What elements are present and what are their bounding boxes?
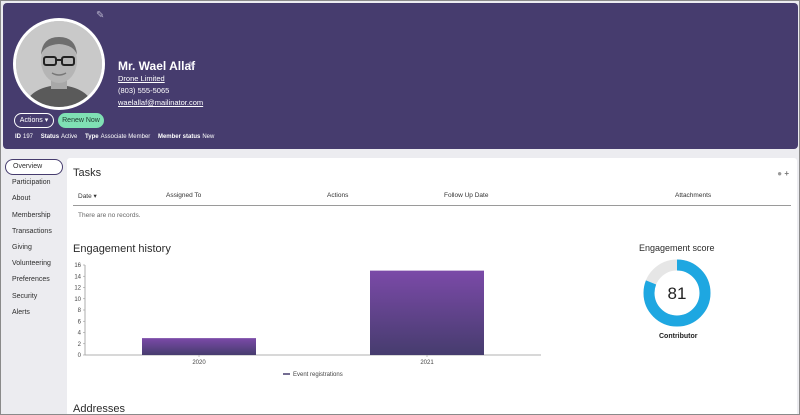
sidebar-item-alerts[interactable]: Alerts bbox=[5, 305, 63, 321]
avatar-photo bbox=[16, 21, 102, 107]
engagement-history-chart: 0 2 4 6 8 10 12 14 16 2020 2021 Event registrations bbox=[74, 263, 541, 378]
id-label: ID bbox=[15, 134, 21, 140]
add-icon[interactable]: + bbox=[784, 169, 789, 178]
sidebar-item-preferences[interactable]: Preferences bbox=[5, 272, 63, 288]
y-tick-label: 8 bbox=[78, 308, 82, 314]
avatar-ring bbox=[13, 18, 105, 110]
engagement-score-value: 81 bbox=[668, 284, 687, 303]
x-tick-label: 2021 bbox=[420, 360, 434, 366]
id-value: 197 bbox=[23, 134, 34, 140]
column-header-attachments[interactable]: Attachments bbox=[675, 192, 711, 199]
bar-2020 bbox=[142, 338, 256, 355]
engagement-score-caption: Contributor bbox=[659, 333, 698, 340]
member-name: Mr. Wael Allaf bbox=[118, 59, 196, 73]
avatar-edit-icon[interactable]: ✎ bbox=[96, 11, 106, 21]
company-link[interactable]: Drone Limited bbox=[118, 74, 165, 83]
y-tick-label: 14 bbox=[74, 274, 81, 280]
sidebar-item-volunteering[interactable]: Volunteering bbox=[5, 256, 63, 272]
type-label: Type bbox=[85, 134, 99, 140]
column-header-assigned-to[interactable]: Assigned To bbox=[166, 192, 201, 199]
tasks-title: Tasks bbox=[73, 167, 102, 179]
member-status-label: Member status bbox=[157, 134, 201, 140]
y-tick-label: 6 bbox=[78, 319, 82, 325]
chevron-down-icon: ▾ bbox=[44, 117, 49, 124]
sidebar-item-membership[interactable]: Membership bbox=[5, 208, 63, 224]
sidebar-item-security[interactable]: Security bbox=[5, 289, 63, 305]
engagement-history-title: Engagement history bbox=[73, 243, 171, 255]
email-link[interactable]: waelallaf@mailinator.com bbox=[118, 98, 203, 107]
member-meta: ID 197 Status Active Type Associate Member … bbox=[15, 134, 220, 140]
y-tick-label: 2 bbox=[78, 342, 82, 348]
sidebar-item-giving[interactable]: Giving bbox=[5, 240, 63, 256]
actions-label: Actions bbox=[19, 117, 43, 124]
y-tick-label: 4 bbox=[78, 331, 82, 337]
column-header-date[interactable]: Date ▾ bbox=[78, 192, 97, 200]
sidebar-item-overview[interactable]: Overview bbox=[5, 159, 63, 176]
tasks-tools: ● + bbox=[777, 169, 789, 178]
sidebar-item-transactions[interactable]: Transactions bbox=[5, 224, 63, 240]
profile-header: ✎ Mr. Wael Allaf ✎ Drone Limited (803) 5… bbox=[3, 3, 798, 149]
phone-number: (803) 555-5065 bbox=[118, 86, 170, 95]
sidebar-item-about[interactable]: About bbox=[5, 191, 63, 207]
settings-dot-icon[interactable]: ● bbox=[777, 169, 782, 178]
y-tick-label: 16 bbox=[74, 263, 81, 269]
type-value: Associate Member bbox=[100, 134, 151, 140]
engagement-score-gauge: 81 bbox=[643, 259, 711, 327]
renew-now-button[interactable]: Renew Now bbox=[58, 113, 104, 128]
tasks-table-header: Date ▾ Assigned To Actions Follow Up Dat… bbox=[73, 186, 791, 206]
sidebar-nav: Overview Participation About Membership … bbox=[5, 159, 63, 321]
page-frame: ✎ Mr. Wael Allaf ✎ Drone Limited (803) 5… bbox=[0, 0, 800, 415]
status-value: Active bbox=[61, 134, 78, 140]
column-header-follow-up-date[interactable]: Follow Up Date bbox=[444, 192, 488, 199]
y-tick-label: 12 bbox=[74, 286, 81, 292]
x-tick-label: 2020 bbox=[192, 360, 206, 366]
main-content: Tasks ● + Date ▾ Assigned To Actions Fol… bbox=[67, 158, 797, 415]
avatar[interactable] bbox=[16, 21, 102, 107]
status-label: Status bbox=[40, 134, 60, 140]
column-header-actions[interactable]: Actions bbox=[327, 192, 348, 199]
bar-2021 bbox=[370, 270, 484, 355]
y-tick-label: 0 bbox=[78, 353, 82, 359]
engagement-score-title: Engagement score bbox=[639, 243, 715, 253]
tasks-empty-message: There are no records. bbox=[78, 212, 141, 219]
member-status-value: New bbox=[202, 134, 215, 140]
addresses-title: Addresses bbox=[73, 403, 125, 415]
legend-label: Event registrations bbox=[293, 372, 343, 378]
actions-dropdown-button[interactable]: Actions ▾ bbox=[14, 113, 54, 128]
sidebar-item-participation[interactable]: Participation bbox=[5, 175, 63, 191]
edit-name-icon[interactable]: ✎ bbox=[188, 60, 196, 71]
y-tick-label: 10 bbox=[74, 297, 81, 303]
